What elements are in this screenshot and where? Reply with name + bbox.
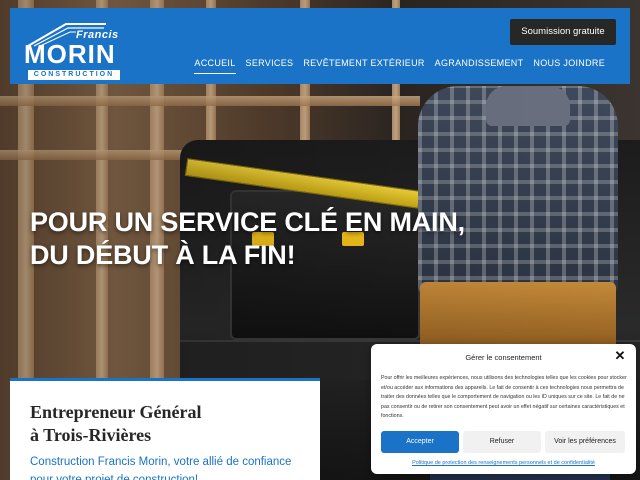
logo-text-construction: CONSTRUCTION [28,70,120,80]
intro-title-line1: Entrepreneur Général [30,402,202,422]
close-icon[interactable]: ✕ [614,349,626,362]
hero-headline-line1: POUR UN SERVICE CLÉ EN MAIN, [30,207,465,237]
nav-nous-joindre[interactable]: NOUS JOINDRE [528,56,610,74]
intro-title-line2: à Trois-Rivières [30,425,152,445]
site-header: Francis MORIN CONSTRUCTION Soumission gr… [10,8,630,84]
nav-accueil[interactable]: ACCUEIL [189,56,240,74]
nav-revetement-exterieur[interactable]: REVÊTEMENT EXTÉRIEUR [298,56,429,74]
consent-title: Gérer le consentement [465,353,542,362]
hero-headline: POUR UN SERVICE CLÉ EN MAIN, DU DÉBUT À … [30,206,465,272]
preferences-button[interactable]: Voir les préférences [545,431,625,453]
privacy-policy-link[interactable]: Politique de protection des renseignemen… [371,460,636,466]
accept-button[interactable]: Accepter [381,431,459,453]
logo-text-morin: MORIN [24,39,116,69]
cookie-consent-dialog: Gérer le consentement ✕ Pour offrir les … [371,344,636,474]
hero-headline-line2: DU DÉBUT À LA FIN! [30,240,296,270]
logo[interactable]: Francis MORIN CONSTRUCTION [24,20,124,82]
nav-agrandissement[interactable]: AGRANDISSEMENT [430,56,529,74]
main-nav: ACCUEIL SERVICES REVÊTEMENT EXTÉRIEUR AG… [189,56,610,74]
intro-text: Construction Francis Morin, votre allié … [30,456,292,480]
intro-title: Entrepreneur Général à Trois-Rivières [30,401,310,447]
refuse-button[interactable]: Refuser [463,431,541,453]
nav-services[interactable]: SERVICES [241,56,299,74]
free-quote-button[interactable]: Soumission gratuite [510,19,616,45]
consent-body: Pour offrir les meilleures expériences, … [381,375,627,419]
intro-card: Entrepreneur Général à Trois-Rivières Co… [10,378,320,480]
